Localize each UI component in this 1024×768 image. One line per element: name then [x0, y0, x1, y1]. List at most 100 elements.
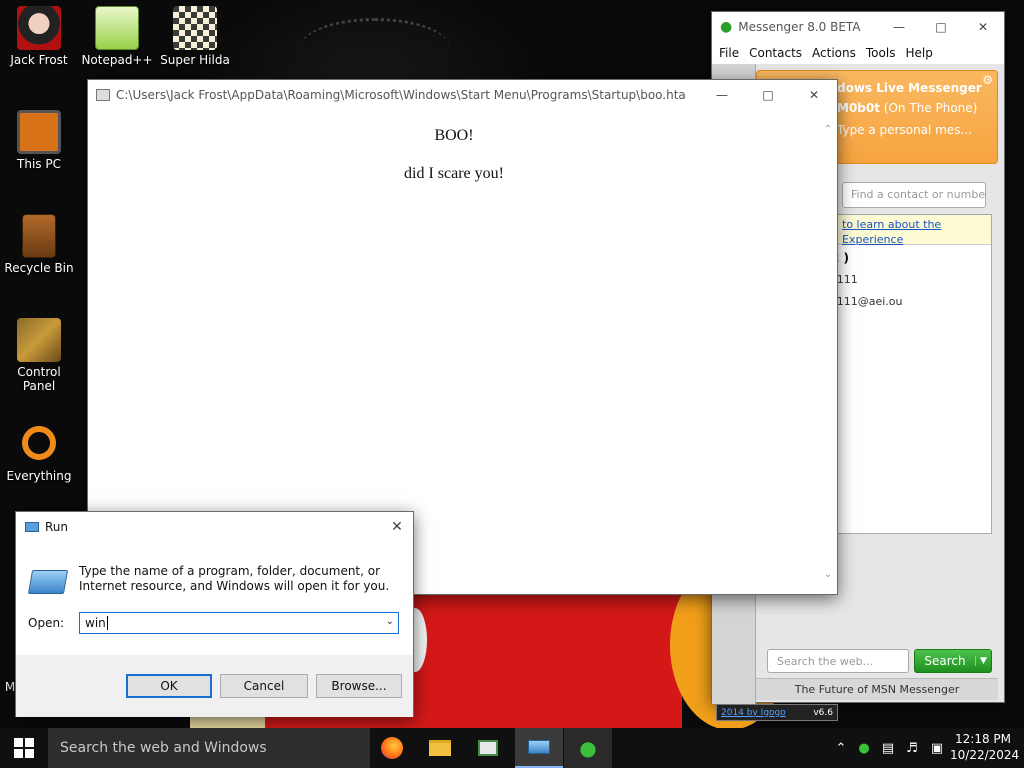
- menu-file[interactable]: File: [719, 42, 749, 64]
- desktop-icon-super-hilda[interactable]: Super Hilda: [156, 6, 234, 67]
- computer-icon: [17, 110, 61, 154]
- desktop-icon-label: This PC: [17, 157, 61, 171]
- run-footer: OK Cancel Browse...: [16, 655, 413, 717]
- user-avatar-icon: [17, 6, 61, 50]
- credit-link[interactable]: 2014 by Igogo: [721, 708, 786, 718]
- windows-logo-icon: [14, 738, 34, 758]
- username: M0b0t: [837, 101, 880, 115]
- magnifier-icon: [22, 426, 56, 460]
- clock-time: 12:18 PM: [955, 732, 1011, 746]
- taskbar-messenger[interactable]: ●: [564, 728, 612, 768]
- window-app-icon: [96, 89, 110, 101]
- desktop-icon-this-pc[interactable]: This PC: [0, 110, 78, 171]
- open-input-value: win: [85, 616, 106, 630]
- hta-titlebar[interactable]: C:\Users\Jack Frost\AppData\Roaming\Micr…: [88, 80, 837, 110]
- recycle-bin-icon: [22, 214, 56, 258]
- show-hidden-icons[interactable]: ⌃: [832, 728, 850, 768]
- close-button[interactable]: ✕: [381, 512, 413, 542]
- scroll-up-icon[interactable]: ⌃: [819, 124, 837, 135]
- notification-icon[interactable]: ▣: [926, 728, 948, 768]
- desktop-icon-label: Everything: [6, 469, 72, 483]
- messenger-tray-icon[interactable]: ●: [854, 728, 874, 768]
- run-icon: [528, 740, 550, 754]
- cancel-button[interactable]: Cancel: [220, 674, 308, 698]
- ok-button[interactable]: OK: [126, 674, 212, 698]
- volume-icon[interactable]: ♬: [902, 728, 922, 768]
- minimize-button[interactable]: —: [699, 80, 745, 110]
- find-contact-input[interactable]: Find a contact or numbe: [842, 182, 986, 208]
- messenger-title: Messenger 8.0 BETA: [738, 20, 861, 34]
- messenger-status-line[interactable]: M0b0t (On The Phone): [837, 101, 977, 115]
- desktop-icon-label: Control Panel: [17, 365, 61, 393]
- desktop-icon-label: Recycle Bin: [4, 261, 74, 275]
- menu-actions[interactable]: Actions: [812, 42, 866, 64]
- menu-contacts[interactable]: Contacts: [749, 42, 812, 64]
- menu-help[interactable]: Help: [905, 42, 942, 64]
- desktop-icon-label: Super Hilda: [160, 53, 230, 67]
- minimize-button[interactable]: —: [878, 12, 920, 42]
- run-titlebar[interactable]: Run ✕: [16, 512, 413, 542]
- taskbar-firefox[interactable]: [368, 728, 416, 768]
- maximize-button[interactable]: □: [920, 12, 962, 42]
- desktop-icon-recycle-bin[interactable]: Recycle Bin: [0, 214, 78, 275]
- chevron-down-icon[interactable]: ▼: [975, 656, 991, 666]
- settings-icon[interactable]: ⚙: [982, 73, 993, 87]
- run-title: Run: [45, 520, 69, 534]
- clock-date: 10/22/2024: [950, 748, 1020, 762]
- ad-line: Experience: [842, 233, 904, 246]
- maximize-button[interactable]: □: [745, 80, 791, 110]
- messenger-icon: ●: [579, 736, 597, 760]
- taskbar-clock[interactable]: 12:18 PM 10/22/2024: [950, 731, 1020, 763]
- contact-email[interactable]: s111@aei.ou: [831, 295, 903, 308]
- web-search-input[interactable]: Search the web...: [767, 649, 909, 673]
- run-dialog: Run ✕ Type the name of a program, folder…: [15, 511, 414, 717]
- ad-line: to learn about the: [842, 218, 942, 231]
- run-app-icon: [25, 522, 39, 532]
- open-label: Open:: [28, 616, 65, 630]
- taskbar-run[interactable]: [515, 728, 563, 768]
- hta-title: C:\Users\Jack Frost\AppData\Roaming\Micr…: [116, 88, 686, 102]
- credit-version: v6.6: [813, 707, 833, 718]
- boo-heading: BOO!: [434, 127, 474, 144]
- open-input[interactable]: win ⌄: [79, 612, 399, 634]
- boo-message: did I scare you!: [404, 165, 504, 182]
- contact-list: to learn about the Experience 2 ) s111 s…: [831, 214, 992, 534]
- wallpaper-detail: [300, 18, 450, 78]
- ad-banner[interactable]: to learn about the Experience: [833, 215, 991, 246]
- desktop-icon-label: Jack Frost: [10, 53, 68, 67]
- desktop-icon-notepad-plus-plus[interactable]: Notepad++: [78, 6, 156, 67]
- credit-bar: 2014 by Igogo v6.6: [716, 704, 838, 721]
- scroll-down-icon[interactable]: ⌄: [819, 569, 837, 580]
- browse-button[interactable]: Browse...: [316, 674, 402, 698]
- run-icon: [27, 570, 69, 594]
- taskbar-file-explorer[interactable]: [416, 728, 464, 768]
- close-button[interactable]: ✕: [962, 12, 1004, 42]
- messenger-menubar: File Contacts Actions Tools Help: [712, 42, 1004, 64]
- text-cursor: [106, 616, 108, 630]
- menu-tools[interactable]: Tools: [866, 42, 906, 64]
- notepad-plus-plus-icon: [95, 6, 139, 50]
- start-button[interactable]: [0, 728, 48, 768]
- desktop-icon-jack-frost[interactable]: Jack Frost: [0, 6, 78, 67]
- desktop-icon-everything[interactable]: Everything: [0, 422, 78, 483]
- taskbar-hta-app[interactable]: [464, 728, 512, 768]
- personal-message[interactable]: Type a personal mes...: [837, 123, 972, 137]
- taskbar-search[interactable]: Search the web and Windows: [48, 728, 370, 768]
- messenger-footer: The Future of MSN Messenger: [756, 678, 998, 700]
- folder-icon: [429, 740, 451, 756]
- status-text: (On The Phone): [883, 101, 978, 115]
- run-description: Type the name of a program, folder, docu…: [79, 564, 390, 593]
- desktop-icon-label: Notepad++: [81, 53, 153, 67]
- messenger-logo-icon: ●: [720, 19, 733, 35]
- messenger-header-title: dows Live Messenger: [837, 81, 982, 95]
- desktop-icon-control-panel[interactable]: Control Panel: [0, 318, 78, 393]
- chevron-down-icon[interactable]: ⌄: [386, 616, 394, 627]
- web-search-button[interactable]: Search ▼: [914, 649, 992, 673]
- messenger-titlebar[interactable]: ● Messenger 8.0 BETA — □ ✕: [712, 12, 1004, 42]
- super-hilda-icon: [173, 6, 217, 50]
- network-icon[interactable]: ▤: [878, 728, 898, 768]
- vertical-scrollbar[interactable]: ⌃ ⌄: [819, 110, 837, 594]
- close-button[interactable]: ✕: [791, 80, 837, 110]
- firefox-icon: [381, 737, 403, 759]
- web-search-label: Search: [924, 654, 966, 668]
